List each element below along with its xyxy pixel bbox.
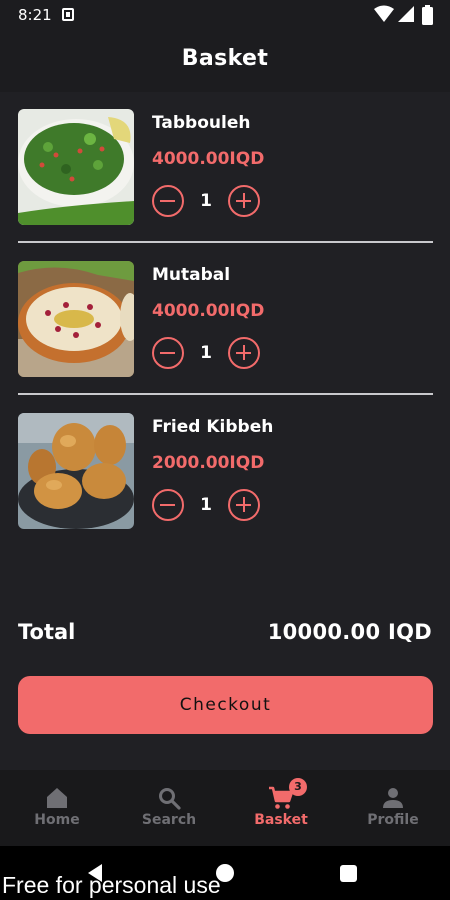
item-price: 4000.00IQD: [152, 149, 265, 169]
nav-item-basket[interactable]: 3 Basket: [225, 770, 337, 846]
fried-kibbeh-photo: [18, 413, 134, 529]
basket-item: Tabbouleh 4000.00IQD 1: [18, 109, 433, 227]
decrease-quantity-button[interactable]: [152, 489, 184, 521]
item-quantity: 1: [200, 191, 212, 211]
increase-quantity-button[interactable]: [228, 337, 260, 369]
total-value: 10000.00 IQD: [267, 620, 432, 644]
decrease-quantity-button[interactable]: [152, 337, 184, 369]
status-bar: 8:21: [0, 0, 450, 30]
increase-quantity-button[interactable]: [228, 489, 260, 521]
status-time: 8:21: [18, 6, 52, 24]
nav-label: Home: [34, 812, 80, 828]
page-title: Basket: [181, 46, 269, 71]
nav-label: Basket: [254, 812, 308, 828]
increase-quantity-button[interactable]: [228, 185, 260, 217]
nav-item-search[interactable]: Search: [113, 770, 225, 846]
battery-icon: [422, 5, 433, 25]
decrease-quantity-button[interactable]: [152, 185, 184, 217]
app-header: Basket: [0, 30, 450, 92]
search-icon: [159, 788, 181, 810]
cart-badge: 3: [289, 778, 307, 796]
item-name: Fried Kibbeh: [152, 417, 274, 437]
home-icon: [47, 788, 67, 808]
item-quantity: 1: [200, 495, 212, 515]
watermark-text: Free for personal use: [2, 872, 221, 898]
nav-label: Profile: [367, 812, 419, 828]
item-quantity: 1: [200, 343, 212, 363]
wifi-icon: [374, 5, 394, 22]
item-name: Mutabal: [152, 265, 231, 285]
person-icon: [383, 788, 403, 808]
item-name: Tabbouleh: [152, 113, 251, 133]
basket-item: Mutabal 4000.00IQD 1: [18, 261, 433, 379]
mutabal-photo: [18, 261, 134, 377]
checkout-button[interactable]: Checkout: [18, 676, 433, 734]
total-label: Total: [18, 620, 76, 644]
item-price: 4000.00IQD: [152, 301, 265, 321]
tabbouleh-photo: [18, 109, 134, 225]
nav-item-profile[interactable]: Profile: [337, 770, 449, 846]
bottom-nav: Home Search 3 Basket Profile: [0, 770, 450, 846]
recents-icon[interactable]: [340, 865, 357, 882]
signal-icon: [398, 6, 414, 22]
item-divider: [18, 393, 433, 395]
basket-content: Tabbouleh 4000.00IQD 1 Mutabal 4000.00IQ…: [0, 92, 450, 770]
basket-item: Fried Kibbeh 2000.00IQD 1: [18, 413, 433, 531]
checkout-label: Checkout: [179, 695, 272, 715]
nav-label: Search: [141, 812, 197, 828]
item-price: 2000.00IQD: [152, 453, 265, 473]
item-divider: [18, 241, 433, 243]
notification-icon: [62, 8, 74, 21]
nav-item-home[interactable]: Home: [1, 770, 113, 846]
